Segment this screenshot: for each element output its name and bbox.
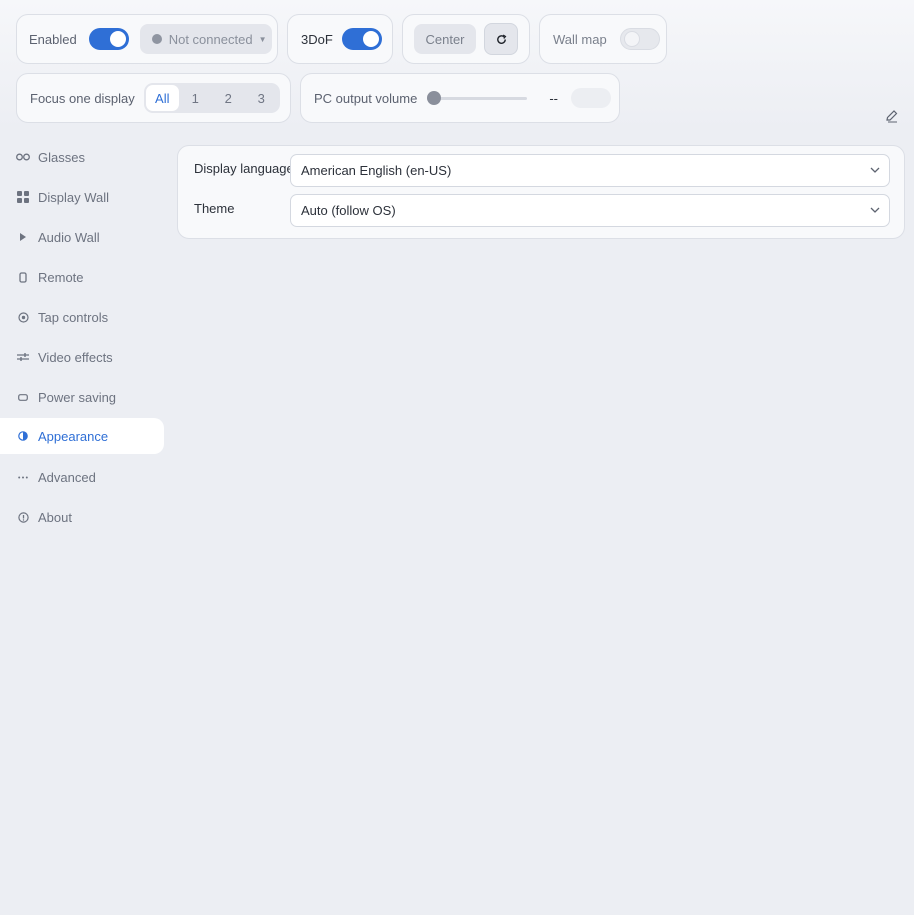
play-icon bbox=[16, 230, 30, 244]
dof-card: 3DoF bbox=[287, 14, 393, 64]
appearance-panel: Display language American English (en-US… bbox=[177, 145, 905, 239]
chevron-down-icon bbox=[870, 167, 880, 173]
focus-option-all[interactable]: All bbox=[145, 85, 179, 111]
sidebar-item-label: About bbox=[38, 509, 72, 525]
slider-knob[interactable] bbox=[427, 91, 442, 105]
sidebar-item-label: Remote bbox=[38, 269, 84, 285]
sidebar-item-label: Tap controls bbox=[38, 309, 109, 325]
glasses-icon bbox=[16, 150, 30, 164]
chevron-down-icon bbox=[870, 207, 880, 213]
sidebar-item-label: Advanced bbox=[38, 469, 96, 485]
focus-option-3[interactable]: 3 bbox=[245, 85, 278, 111]
sidebar-item-label: Power saving bbox=[38, 389, 117, 405]
dof-toggle[interactable] bbox=[341, 28, 382, 50]
toggle-knob bbox=[623, 31, 640, 47]
wallmap-toggle[interactable] bbox=[619, 28, 660, 50]
center-card: Center bbox=[402, 14, 530, 64]
display-language-select[interactable]: American English (en-US) bbox=[290, 154, 890, 187]
sidebar-item-tap-controls[interactable]: Tap controls bbox=[0, 299, 164, 335]
focus-card: Focus one display All 1 2 3 bbox=[16, 73, 291, 123]
enabled-card: Enabled Not connected ▼ bbox=[16, 14, 278, 64]
sidebar-item-advanced[interactable]: Advanced bbox=[0, 459, 164, 495]
sidebar-item-appearance[interactable]: Appearance bbox=[0, 418, 164, 454]
display-language-value: American English (en-US) bbox=[301, 163, 452, 178]
edit-layout-button[interactable] bbox=[885, 109, 901, 125]
toggle-knob bbox=[362, 31, 379, 47]
target-icon bbox=[16, 310, 30, 324]
focus-label: Focus one display bbox=[30, 90, 135, 106]
sidebar-item-label: Appearance bbox=[38, 428, 109, 444]
volume-input[interactable] bbox=[571, 88, 612, 108]
volume-slider[interactable] bbox=[427, 91, 528, 105]
battery-icon bbox=[16, 390, 30, 404]
sidebar-item-label: Audio Wall bbox=[38, 229, 100, 245]
status-dot-icon bbox=[151, 34, 162, 44]
wallmap-label: Wall map bbox=[553, 31, 607, 47]
sidebar-item-remote[interactable]: Remote bbox=[0, 259, 164, 295]
wallmap-card: Wall map bbox=[539, 14, 667, 64]
sidebar-item-power-saving[interactable]: Power saving bbox=[0, 379, 164, 415]
sidebar-item-about[interactable]: About bbox=[0, 499, 164, 535]
focus-segmented-control: All 1 2 3 bbox=[143, 83, 280, 113]
info-icon bbox=[16, 510, 30, 524]
theme-select[interactable]: Auto (follow OS) bbox=[290, 194, 890, 227]
grid-icon bbox=[16, 190, 30, 204]
center-button-label: Center bbox=[425, 31, 465, 47]
dof-label: 3DoF bbox=[301, 31, 333, 47]
enabled-label: Enabled bbox=[29, 31, 77, 47]
toggle-knob bbox=[109, 31, 126, 47]
caret-down-icon: ▼ bbox=[258, 34, 267, 44]
sidebar-item-label: Glasses bbox=[38, 149, 85, 165]
refresh-icon bbox=[496, 34, 506, 44]
display-language-label: Display language bbox=[194, 161, 294, 176]
app-window: Enabled Not connected ▼ 3DoF Center Wall… bbox=[0, 0, 914, 915]
connection-status: Not connected bbox=[168, 31, 253, 47]
slider-track bbox=[427, 97, 528, 100]
volume-value: -- bbox=[549, 90, 559, 106]
contrast-icon bbox=[16, 429, 30, 443]
pencil-icon bbox=[886, 110, 898, 123]
sidebar-item-video-effects[interactable]: Video effects bbox=[0, 339, 164, 375]
theme-label: Theme bbox=[194, 201, 235, 216]
sidebar-item-glasses[interactable]: Glasses bbox=[0, 139, 164, 175]
volume-card: PC output volume -- bbox=[300, 73, 620, 123]
focus-option-1[interactable]: 1 bbox=[179, 85, 212, 111]
focus-option-2[interactable]: 2 bbox=[212, 85, 245, 111]
sidebar-item-label: Display Wall bbox=[38, 189, 110, 205]
volume-label: PC output volume bbox=[314, 90, 418, 106]
sidebar-item-display-wall[interactable]: Display Wall bbox=[0, 179, 164, 215]
theme-value: Auto (follow OS) bbox=[301, 203, 396, 218]
sidebar-item-label: Video effects bbox=[38, 349, 113, 365]
recenter-button[interactable] bbox=[484, 23, 518, 55]
connection-dropdown[interactable]: Not connected ▼ bbox=[139, 24, 272, 54]
remote-icon bbox=[16, 270, 30, 284]
sidebar-item-audio-wall[interactable]: Audio Wall bbox=[0, 219, 164, 255]
center-button[interactable]: Center bbox=[414, 24, 476, 54]
sliders-icon bbox=[16, 350, 30, 364]
more-icon bbox=[16, 470, 30, 484]
enabled-toggle[interactable] bbox=[88, 28, 129, 50]
